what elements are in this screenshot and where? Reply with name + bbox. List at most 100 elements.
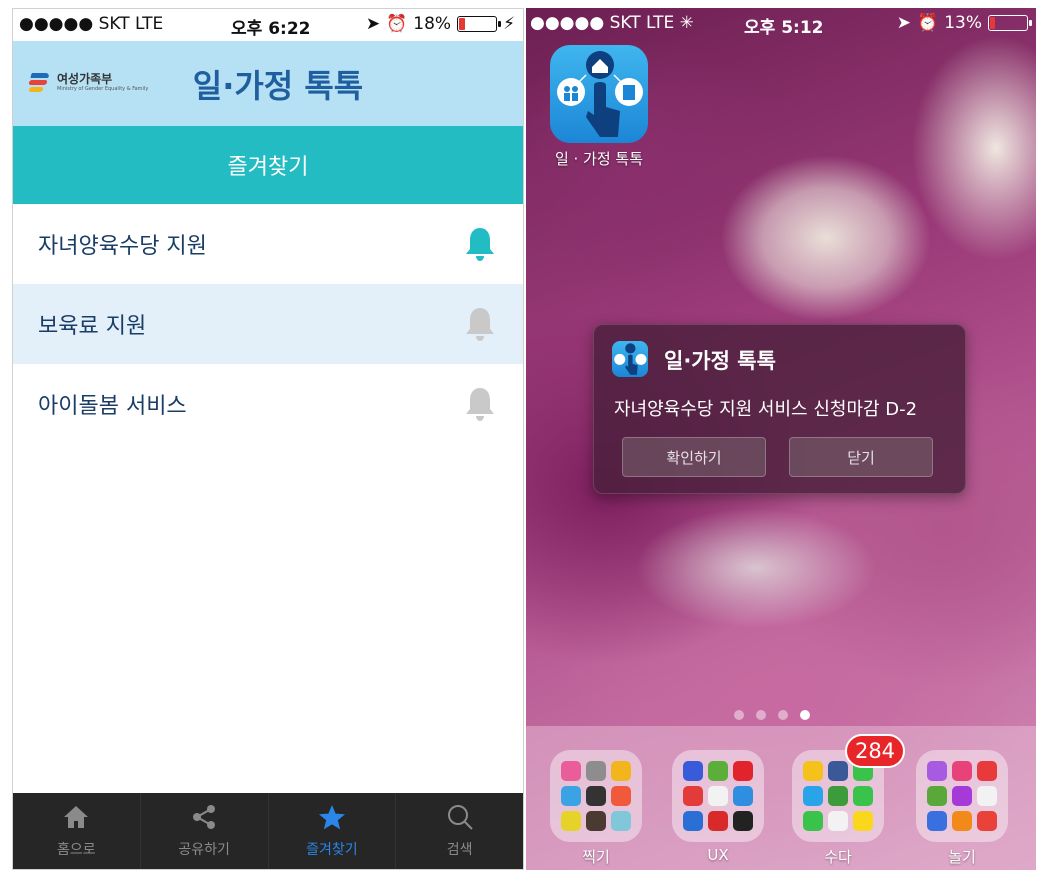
favorite-item[interactable]: 보육료 지원 [13, 284, 523, 364]
bell-shape [466, 228, 494, 261]
app-mini-icon [611, 811, 631, 831]
app-mini-icon [586, 786, 606, 806]
app-mini-icon [561, 811, 581, 831]
page-dot [734, 710, 744, 720]
bell-shape [466, 388, 494, 421]
notification-alert: 일·가정 톡톡 자녀양육수당 지원 서비스 신청마감 D-2 확인하기 닫기 [593, 324, 966, 494]
section-title: 즐겨찾기 [13, 126, 523, 204]
dock: 찍기 UX 수다 놀기 [526, 726, 1036, 870]
app-icon-graphic [557, 51, 643, 137]
alarm-icon: ⏰ [386, 14, 408, 34]
app-header: 여성가족부 Ministry of Gender Equality & Fami… [13, 41, 523, 126]
status-right: ➤ ⏰ 18% ⚡ [366, 14, 515, 34]
folder-label: 수다 [824, 848, 852, 866]
folder-label: 놀기 [948, 848, 976, 866]
folder-ux[interactable] [672, 750, 764, 842]
app-mini-icon [803, 786, 823, 806]
battery-icon [457, 16, 502, 32]
page-dot [800, 710, 810, 720]
location-icon: ➤ [365, 14, 381, 34]
tab-bar: 홈으로 공유하기 즐겨찾기 검색 [13, 793, 523, 869]
app-mini-icon [977, 761, 997, 781]
page-dot [756, 710, 766, 720]
folder-label: 찍기 [582, 848, 610, 866]
app-mini-icon [828, 811, 848, 831]
page-indicator[interactable] [734, 710, 810, 720]
app-mini-icon [803, 761, 823, 781]
app-mini-icon [586, 811, 606, 831]
favorite-item-label: 아이돌봄 서비스 [38, 394, 187, 419]
bell-icon[interactable] [463, 385, 497, 423]
tab-search[interactable]: 검색 [396, 793, 523, 869]
clock: 오후 6:22 [231, 19, 311, 39]
carrier-label: ●●●●● SKT LTE ✳ [530, 13, 694, 33]
bell-icon[interactable] [463, 225, 497, 263]
tab-label: 홈으로 [57, 842, 96, 858]
app-mini-icon [952, 761, 972, 781]
status-bar: ●●●●● SKT LTE ✳ 오후 5:12 ➤ ⏰ 13% [526, 8, 1036, 38]
favorite-item[interactable]: 자녀양육수당 지원 [13, 204, 523, 284]
app-icon[interactable] [550, 45, 648, 143]
alarm-icon: ⏰ [917, 13, 939, 33]
app-mini-icon [708, 811, 728, 831]
close-button[interactable]: 닫기 [789, 437, 933, 477]
alert-title: 일·가정 톡톡 [664, 349, 776, 373]
bell-shape [466, 308, 494, 341]
app-mini-icon [952, 811, 972, 831]
confirm-button[interactable]: 확인하기 [622, 437, 766, 477]
app-mini-icon [828, 786, 848, 806]
page-dot [778, 710, 788, 720]
app-mini-icon [828, 761, 848, 781]
battery-percent: 18% [413, 14, 452, 34]
app-mini-icon [803, 811, 823, 831]
bell-icon[interactable] [463, 305, 497, 343]
app-mini-icon [927, 786, 947, 806]
notification-badge: 284 [845, 734, 905, 768]
location-icon: ➤ [896, 13, 912, 33]
folder-photo[interactable] [550, 750, 642, 842]
app-mini-icon [683, 811, 703, 831]
app-mini-icon [561, 761, 581, 781]
app-title: 일·가정 톡톡 [192, 67, 364, 105]
status-bar: ●●●●● SKT LTE 오후 6:22 ➤ ⏰ 18% ⚡ [13, 9, 523, 41]
app-mini-icon [561, 786, 581, 806]
app-mini-icon [977, 786, 997, 806]
tab-label: 검색 [446, 842, 473, 858]
app-mini-icon [683, 786, 703, 806]
home-icon [61, 803, 91, 831]
app-mini-icon [927, 811, 947, 831]
favorite-item[interactable]: 아이돌봄 서비스 [13, 364, 523, 444]
charging-icon: ⚡ [503, 14, 515, 34]
app-mini-icon [853, 786, 873, 806]
tab-home[interactable]: 홈으로 [13, 793, 141, 869]
star-icon [317, 803, 347, 831]
app-mini-icon [927, 761, 947, 781]
app-mini-icon [977, 811, 997, 831]
search-icon [445, 803, 475, 831]
tab-share[interactable]: 공유하기 [141, 793, 269, 869]
app-mini-icon [611, 786, 631, 806]
tab-favorites[interactable]: 즐겨찾기 [269, 793, 397, 869]
clock: 오후 5:12 [744, 18, 824, 38]
app-icon-label: 일 · 가정 톡톡 [554, 150, 644, 168]
battery-percent: 13% [944, 13, 982, 33]
folder-label: UX [707, 846, 729, 864]
app-mini-icon [611, 761, 631, 781]
app-mini-icon [733, 811, 753, 831]
tab-label: 공유하기 [178, 842, 230, 858]
favorite-item-label: 보육료 지원 [38, 314, 147, 339]
app-mini-icon [952, 786, 972, 806]
home-screen: ●●●●● SKT LTE ✳ 오후 5:12 ➤ ⏰ 13% 일 · 가정 톡… [526, 8, 1036, 870]
app-mini-icon [733, 761, 753, 781]
app-mini-icon [853, 811, 873, 831]
app-mini-icon [683, 761, 703, 781]
favorite-item-label: 자녀양육수당 지원 [38, 234, 207, 259]
battery-icon [988, 15, 1032, 31]
app-mini-icon [586, 761, 606, 781]
folder-play[interactable] [916, 750, 1008, 842]
app-mini-icon [708, 761, 728, 781]
favorites-screen: ●●●●● SKT LTE 오후 6:22 ➤ ⏰ 18% ⚡ 여성가족부 Mi… [12, 8, 524, 870]
share-icon [189, 803, 219, 831]
app-mini-icon [733, 786, 753, 806]
app-mini-icon [708, 786, 728, 806]
